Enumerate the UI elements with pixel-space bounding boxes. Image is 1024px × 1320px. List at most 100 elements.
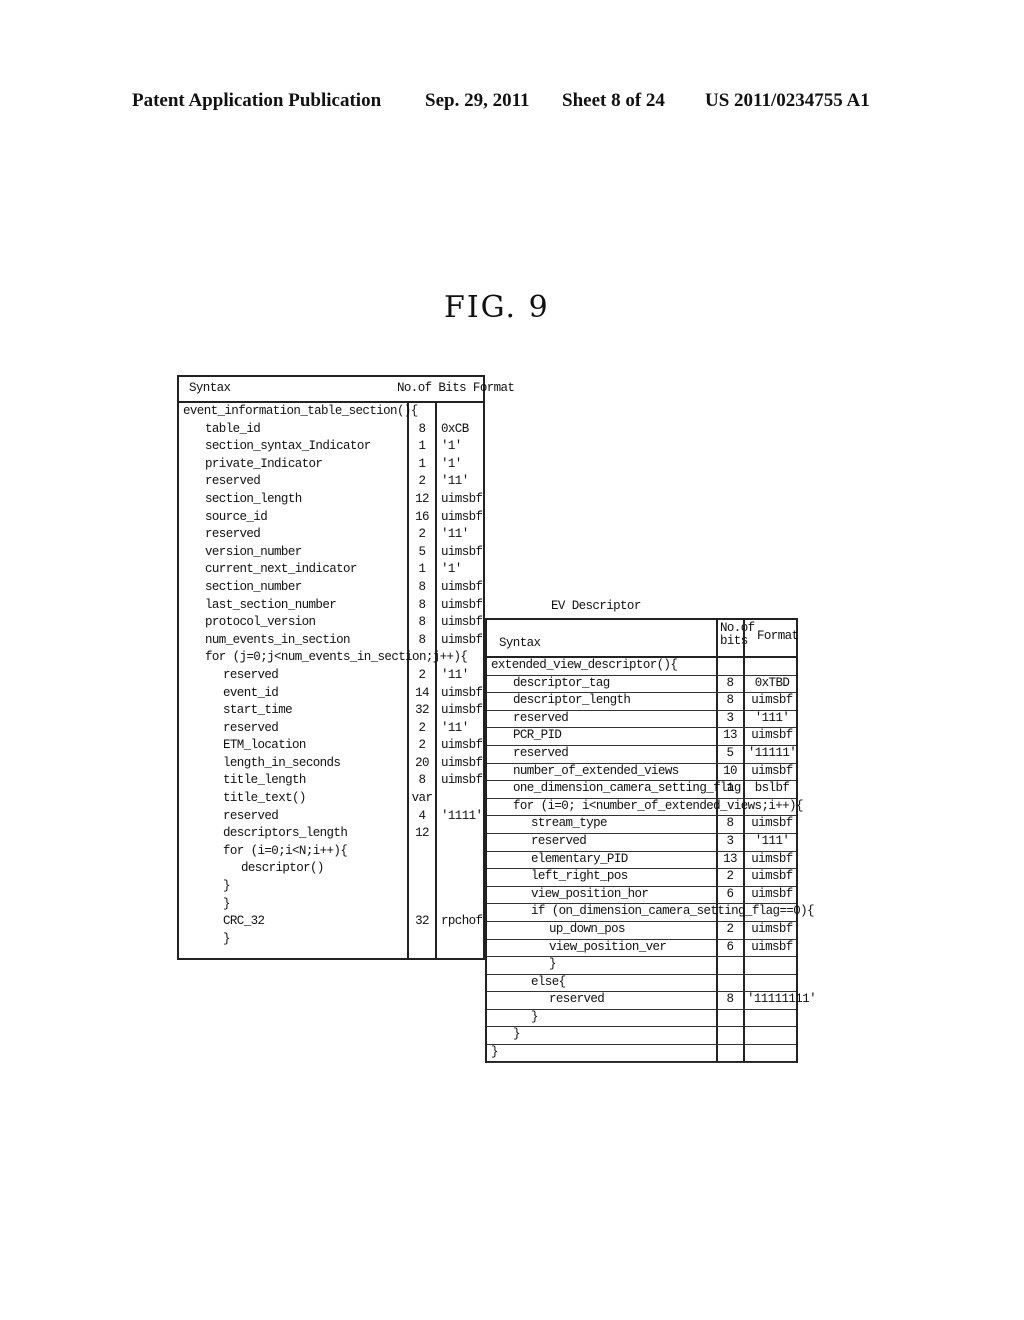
syntax-cell: table_id — [205, 421, 261, 436]
table-row: reserved 4 '1111' — [179, 808, 483, 826]
syntax-cell: } — [531, 1009, 539, 1024]
format-cell: bslbf — [754, 781, 790, 796]
syntax-cell: section_length — [205, 491, 302, 506]
format-cell: uimsbf — [751, 763, 793, 778]
table-row: up_down_pos 2 uimsbf — [487, 922, 796, 940]
table-row: reserved 2 '11' — [179, 667, 483, 685]
table-row: reserved 8 '11111111' — [487, 992, 817, 1010]
table-row: reserved 2 '11' — [179, 473, 483, 491]
bits-cell: 6 — [726, 939, 735, 954]
figure-label: FIG. 9 — [444, 290, 550, 325]
bits-cell: 2 — [418, 667, 427, 682]
format-cell: rpchof — [441, 914, 483, 929]
bits-cell: 5 — [726, 745, 735, 760]
table-row: reserved 3 '111' — [487, 711, 796, 729]
format-cell: uimsbf — [441, 773, 483, 788]
table-row: } — [487, 957, 796, 975]
table-row: descriptor_length 8 uimsbf — [487, 693, 796, 711]
patent-number: US 2011/0234755 A1 — [705, 90, 870, 111]
format-cell: '1' — [441, 456, 462, 471]
table-row: last_section_number 8 uimsbf — [179, 597, 483, 615]
syntax-cell: number_of_extended_views — [513, 763, 679, 778]
ev-descriptor-title: EV Descriptor — [551, 599, 641, 613]
format-cell: uimsbf — [751, 816, 793, 831]
bits-cell: 1 — [418, 562, 427, 577]
table-row: stream_type 8 uimsbf — [487, 816, 796, 834]
bits-cell: 8 — [726, 675, 735, 690]
table-row: for (i=0;i<N;i++){ — [179, 843, 483, 861]
format-cell: uimsbf — [441, 509, 483, 524]
syntax-cell: else{ — [531, 974, 566, 989]
bits-cell: 1 — [726, 781, 735, 796]
table-row: start_time 32 uimsbf — [179, 702, 483, 720]
eit-table-body: event_information_table_section(){table_… — [179, 403, 483, 948]
format-cell: '111' — [754, 710, 790, 725]
bits-cell: 8 — [418, 579, 427, 594]
table-row: private_Indicator 1 '1' — [179, 456, 483, 474]
syntax-cell: for (i=0; i<number_of_extended_views;i++… — [513, 798, 803, 813]
bits-cell: 6 — [726, 886, 735, 901]
table-row: event_information_table_section(){ — [179, 403, 483, 421]
table-row: } — [487, 1027, 796, 1046]
bits-cell: 8 — [726, 693, 735, 708]
syntax-cell: section_number — [205, 579, 302, 594]
eit-syntax-table: Syntax No.of Bits Format event_informati… — [177, 375, 515, 960]
table-row: ETM_location 2 uimsbf — [179, 737, 483, 755]
syntax-cell: CRC_32 — [223, 914, 265, 929]
bits-header-line1: No.of — [720, 621, 755, 635]
syntax-cell: private_Indicator — [205, 456, 323, 471]
table-row: event_id 14 uimsbf — [179, 685, 483, 703]
table-row: descriptor() — [179, 860, 483, 878]
format-cell: '111' — [754, 833, 790, 848]
table-row: length_in_seconds 20 uimsbf — [179, 755, 483, 773]
syntax-cell: one_dimension_camera_setting_flag — [513, 781, 741, 796]
bits-cell: 2 — [726, 921, 735, 936]
bits-cell: 8 — [418, 597, 427, 612]
syntax-cell: ETM_location — [223, 738, 306, 753]
bits-cell: 12 — [415, 826, 429, 841]
table-row: if (on_dimension_camera_setting_flag==0)… — [487, 904, 815, 922]
format-cell: uimsbf — [751, 939, 793, 954]
format-cell: uimsbf — [441, 703, 483, 718]
format-cell: uimsbf — [441, 597, 483, 612]
format-cell: uimsbf — [441, 738, 483, 753]
table-row: number_of_extended_views 10 uimsbf — [487, 764, 796, 782]
syntax-cell: descriptor_length — [513, 693, 631, 708]
syntax-cell: reserved — [205, 527, 261, 542]
bits-cell: 2 — [418, 738, 427, 753]
syntax-cell: } — [513, 1027, 521, 1042]
table-row: current_next_indicator 1 '1' — [179, 561, 483, 579]
syntax-cell: reserved — [513, 710, 569, 725]
syntax-cell: for (i=0;i<N;i++){ — [223, 843, 348, 858]
bits-cell: 8 — [418, 632, 427, 647]
syntax-cell: start_time — [223, 703, 293, 718]
table-row: CRC_32 32 rpchof — [179, 913, 483, 931]
bits-cell: 3 — [726, 710, 735, 725]
syntax-cell: reserved — [205, 474, 261, 489]
table-row: reserved 2 '11' — [179, 526, 483, 544]
syntax-cell: reserved — [223, 808, 279, 823]
table-row: } — [179, 931, 483, 949]
table-row: elementary_PID 13 uimsbf — [487, 852, 796, 870]
format-cell: uimsbf — [751, 869, 793, 884]
table-row: for (j=0;j<num_events_in_section;j++){ — [179, 649, 483, 667]
table-row: reserved 2 '11' — [179, 720, 483, 738]
bits-cell: 8 — [726, 816, 735, 831]
table-row: num_events_in_section 8 uimsbf — [179, 632, 483, 650]
table-row: } — [179, 896, 483, 914]
bits-cell: 2 — [418, 527, 427, 542]
format-cell: uimsbf — [751, 851, 793, 866]
syntax-cell: source_id — [205, 509, 268, 524]
syntax-cell: } — [223, 896, 231, 911]
bits-cell: 12 — [415, 491, 429, 506]
format-cell: uimsbf — [441, 615, 483, 630]
syntax-cell: descriptor() — [241, 861, 324, 876]
format-cell: '11' — [441, 667, 469, 682]
table-row: title_length 8 uimsbf — [179, 772, 483, 790]
syntax-cell: title_text() — [223, 791, 306, 806]
syntax-cell: length_in_seconds — [223, 755, 341, 770]
syntax-cell: } — [223, 879, 231, 894]
bits-cell: 8 — [418, 421, 427, 436]
table-row: source_id 16 uimsbf — [179, 509, 483, 527]
table-row: reserved 5 '11111' — [487, 745, 797, 764]
